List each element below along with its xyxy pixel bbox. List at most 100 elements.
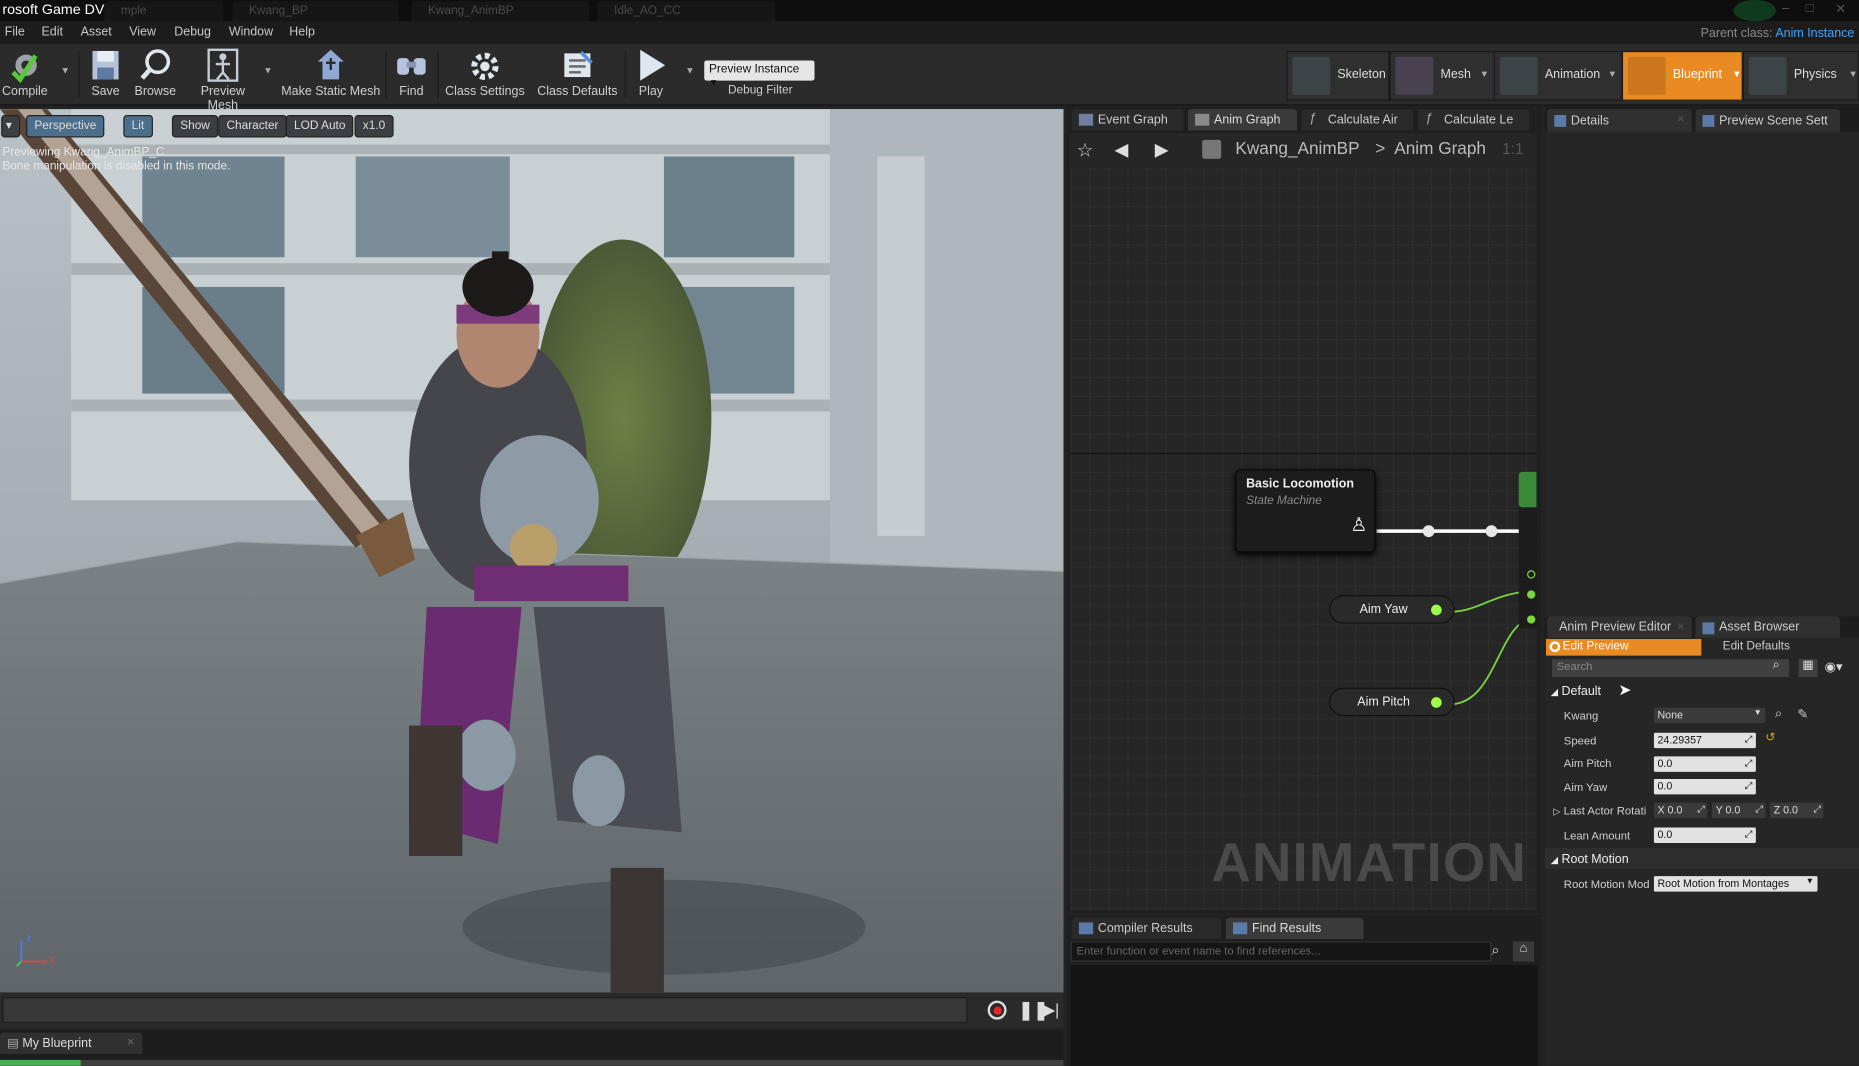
back-arrow-icon[interactable]: ◀ [1114,139,1128,160]
state-machine-node[interactable]: Basic Locomotion State Machine ♙ [1235,469,1376,553]
pose-pin-icon[interactable]: ♙ [1350,513,1367,537]
show-button[interactable]: Show [171,115,219,138]
find-in-all-blueprints-icon[interactable]: ⌂ [1512,941,1535,962]
input-pin[interactable] [1527,590,1536,599]
edit-defaults-tab[interactable]: Edit Defaults [1723,640,1790,653]
animation-chevron-down-icon[interactable]: ▼ [1608,69,1617,80]
preview-mesh-button[interactable]: Preview Mesh [185,46,261,113]
eye-icon[interactable]: ◉▾ [1825,659,1843,674]
tab-calculate-air[interactable]: ƒ Calculate Air [1301,109,1414,131]
tab-my-blueprint[interactable]: ▤ My Blueprint ✕ [0,1032,143,1054]
tab-asset-browser[interactable]: Asset Browser [1695,616,1841,638]
physics-chevron-down-icon[interactable]: ▼ [1848,69,1857,80]
tab-find-results[interactable]: Find Results [1225,917,1364,939]
lit-button[interactable]: Lit [123,115,153,138]
parent-class-link[interactable]: Anim Instance [1775,26,1854,40]
record-button[interactable] [987,1000,1007,1020]
character-button[interactable]: Character [218,115,287,138]
menu-window[interactable]: Window [229,25,273,39]
preview-viewport[interactable]: ▾ Perspective Lit Show Character LOD Aut… [0,109,1064,993]
menu-edit[interactable]: Edit [41,25,62,39]
class-defaults-button[interactable]: Class Defaults [536,46,619,98]
play-button[interactable]: Play [631,46,671,98]
close-tab-icon[interactable]: ✕ [1677,114,1685,125]
mode-skeleton[interactable]: Skeleton [1286,50,1390,101]
document-tab[interactable]: Kwang_AnimBP [411,1,590,22]
mode-animation[interactable]: Animation ▼ [1493,50,1622,101]
output-pin[interactable] [1431,604,1442,616]
tab-preview-scene-settings[interactable]: Preview Scene Sett [1695,109,1841,132]
make-static-mesh-button[interactable]: Make Static Mesh [281,46,381,98]
mesh-chevron-down-icon[interactable]: ▼ [1480,69,1489,80]
input-pin[interactable] [1527,570,1536,579]
document-tab[interactable]: Kwang_BP [232,1,399,22]
lean-amount-field[interactable]: 0.0 ⤢ [1653,827,1756,843]
preview-mesh-chevron-icon[interactable]: ▼ [263,65,272,76]
document-tab[interactable]: Idle_AO_CC [597,1,776,22]
blueprint-chevron-down-icon[interactable]: ▼ [1732,69,1741,80]
playback-speed-button[interactable]: x1.0 [354,115,394,138]
use-selected-icon[interactable]: ✎ [1797,707,1808,722]
aim-yaw-variable-node[interactable]: Aim Yaw [1329,595,1455,624]
section-root-motion[interactable]: ◢ Root Motion [1551,852,1629,866]
document-tab[interactable]: mple [104,1,223,22]
lod-auto-button[interactable]: LOD Auto [285,115,354,138]
speed-field[interactable]: 24.29357 ⤢ [1653,732,1756,749]
rotation-y-field[interactable]: Y 0.0 ⤢ [1712,802,1766,819]
input-pin[interactable] [1527,615,1536,624]
edit-preview-tab[interactable]: Edit Preview [1546,639,1702,656]
compile-button[interactable]: Compile [0,46,50,98]
menu-file[interactable]: File [5,25,25,39]
mode-blueprint[interactable]: Blueprint ▼ [1621,50,1743,101]
menu-asset[interactable]: Asset [81,25,112,39]
search-icon[interactable]: ⌕ [1491,941,1499,959]
forward-arrow-icon[interactable]: ▶ [1155,139,1169,160]
reset-to-default-icon[interactable]: ↺ [1765,732,1775,745]
perspective-button[interactable]: Perspective [26,115,105,138]
tab-anim-graph[interactable]: Anim Graph [1187,109,1298,131]
close-tab-icon[interactable]: ✕ [126,1036,135,1049]
find-button[interactable]: Find [391,46,431,98]
tab-calculate-le[interactable]: ƒ Calculate Le [1417,109,1530,131]
mode-physics[interactable]: Physics ▼ [1742,50,1859,101]
tab-event-graph[interactable]: Event Graph [1071,109,1184,131]
timeline-scrubber[interactable] [2,997,968,1024]
tab-details[interactable]: Details ✕ [1547,109,1692,132]
aim-yaw-field[interactable]: 0.0 ⤢ [1653,778,1756,795]
last-actor-rotation-label[interactable]: ▷ Last Actor Rotati [1553,805,1646,818]
step-forward-icon[interactable]: ▶| [1043,1001,1059,1020]
browse-asset-icon[interactable]: ⌕ [1775,707,1782,722]
favorite-star-icon[interactable]: ☆ [1077,139,1094,163]
find-references-input[interactable]: Enter function or event name to find ref… [1070,941,1492,962]
search-input[interactable]: Search [1551,659,1790,677]
tab-anim-preview-editor[interactable]: Anim Preview Editor ✕ [1547,616,1692,638]
output-node-header[interactable] [1518,471,1537,508]
close-tab-icon[interactable]: ✕ [1677,621,1685,632]
play-options-chevron-icon[interactable]: ▼ [685,65,694,76]
view-options-grid-icon[interactable]: ▦ [1798,659,1818,677]
menu-view[interactable]: View [129,25,156,39]
maximize-icon[interactable]: □ [1806,1,1814,15]
viewport-options-chevron-icon[interactable]: ▾ [1,115,21,138]
compile-options-chevron-icon[interactable]: ▼ [60,65,69,76]
rotation-x-field[interactable]: X 0.0 ⤢ [1653,802,1708,819]
section-default[interactable]: ◢ Default [1551,684,1601,698]
rotation-z-field[interactable]: Z 0.0 ⤢ [1770,802,1824,819]
menu-debug[interactable]: Debug [174,25,211,39]
browse-button[interactable]: Browse [133,46,178,98]
breadcrumb-root[interactable]: Kwang_AnimBP [1235,140,1359,159]
aim-pitch-field[interactable]: 0.0 ⤢ [1653,756,1756,772]
root-motion-mode-dropdown[interactable]: Root Motion from Montages ▼ [1653,876,1818,892]
aim-pitch-variable-node[interactable]: Aim Pitch [1329,687,1455,717]
preview-instance-dropdown[interactable]: Preview Instance ▼ [704,60,815,88]
output-node-body[interactable] [1518,507,1537,629]
close-icon[interactable]: ✕ [1835,1,1846,16]
find-results-list[interactable] [1070,965,1538,1066]
minimize-icon[interactable]: – [1782,1,1789,15]
mode-mesh[interactable]: Mesh ▼ [1389,50,1496,101]
save-button[interactable]: Save [85,46,125,98]
anim-graph-canvas[interactable]: Basic Locomotion State Machine ♙ Aim Yaw… [1070,168,1537,911]
menu-help[interactable]: Help [289,25,315,39]
kwang-dropdown[interactable]: None ▼ [1653,707,1766,724]
output-pin[interactable] [1431,697,1442,708]
